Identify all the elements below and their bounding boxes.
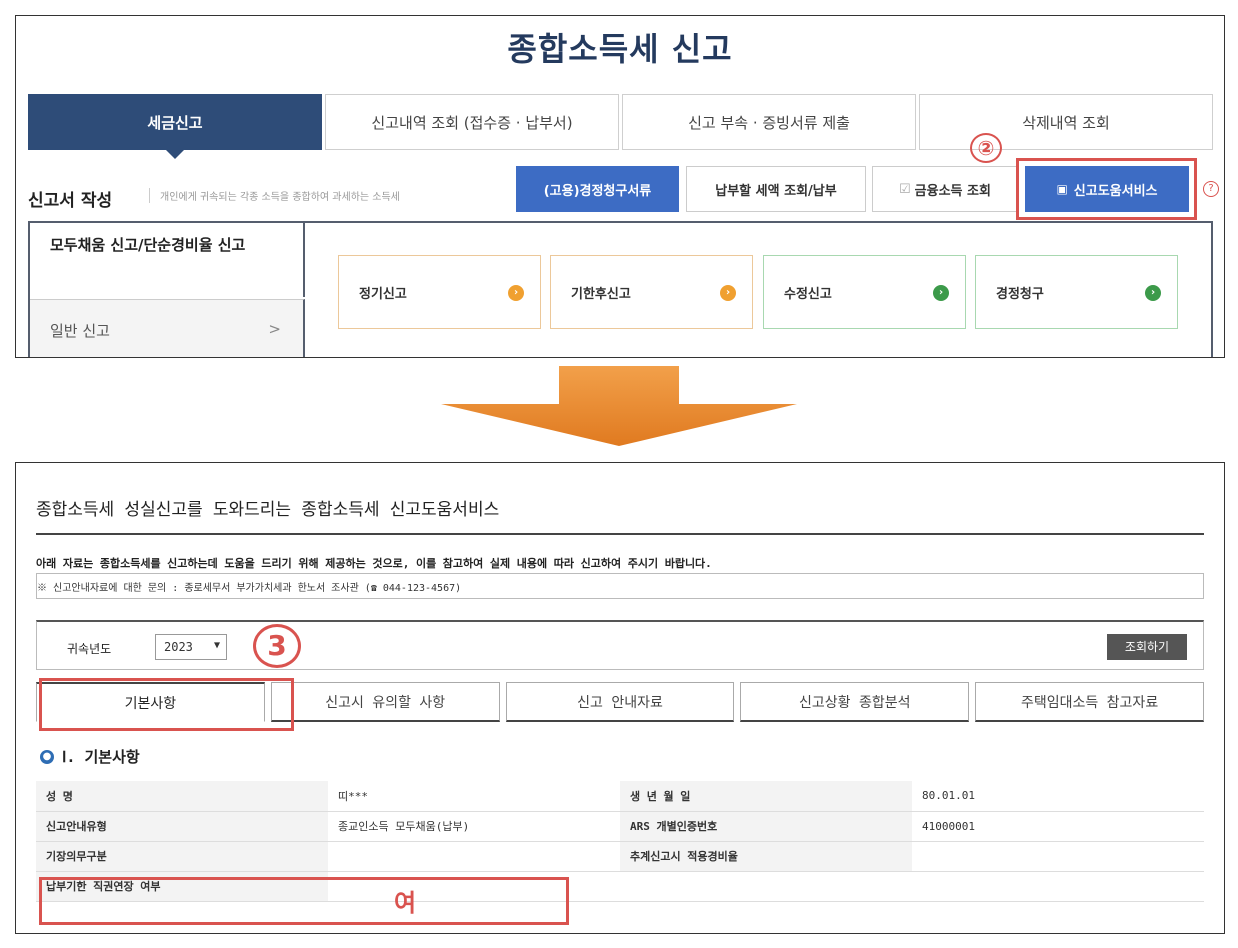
table-label: 기장의무구분 [36, 841, 328, 872]
hometax-filing-panel: 종합소득세 신고 세금신고 신고내역 조회 (접수증 · 납부서) 신고 부속 … [15, 15, 1225, 358]
sidebar-item-simple-filing[interactable]: 모두채움 신고/단순경비율 신고 [30, 223, 305, 297]
late-filing-card[interactable]: 기한후신고 › [550, 255, 753, 329]
tab-deleted-history[interactable]: 삭제내역 조회 [919, 94, 1213, 150]
tab-attachments[interactable]: 신고 부속 · 증빙서류 제출 [622, 94, 916, 150]
highlight-box-extension-row [39, 877, 569, 925]
highlight-box-basic-tab [39, 678, 294, 731]
table-label: 생 년 월 일 [620, 781, 912, 812]
checkbox-icon: ☑ [899, 181, 911, 197]
year-select-value: 2023 [164, 640, 193, 654]
basic-info-heading: ● Ⅰ. 기본사항 [40, 746, 140, 767]
table-value [328, 841, 620, 872]
step-2-marker: ② [970, 133, 1002, 163]
table-value [912, 841, 1204, 872]
table-value: 종교인소득 모두채움(납부) [328, 811, 620, 842]
table-value: 80.01.01 [912, 781, 1204, 812]
highlight-box-help-service [1016, 158, 1197, 220]
financial-income-button[interactable]: ☑ 금융소득 조회 [872, 166, 1018, 212]
sidebar-item-label: 일반 신고 [50, 322, 110, 340]
year-filter-bar: 귀속년도 2023 ▼ 조회하기 [36, 620, 1204, 670]
tab-filing-history[interactable]: 신고내역 조회 (접수증 · 납부서) [325, 94, 619, 150]
card-label: 수정신고 [784, 286, 832, 302]
table-label [620, 871, 912, 902]
arrow-right-icon: › [508, 285, 524, 301]
tab-tax-filing[interactable]: 세금신고 [28, 94, 322, 159]
main-tabs: 세금신고 신고내역 조회 (접수증 · 납부서) 신고 부속 · 증빙서류 제출… [28, 94, 1213, 159]
service-title: 종합소득세 성실신고를 도와드리는 종합소득세 신고도움서비스 [36, 500, 500, 520]
table-value: 띠*** [328, 781, 620, 812]
table-value: 41000001 [912, 811, 1204, 842]
amended-filing-card[interactable]: 수정신고 › [763, 255, 966, 329]
help-question-icon[interactable]: ? [1203, 181, 1219, 197]
tax-payment-button[interactable]: 납부할 세액 조회/납부 [686, 166, 866, 212]
table-row: 신고안내유형 종교인소득 모두채움(납부) ARS 개별인증번호 4100000… [36, 811, 1204, 842]
tab-filing-notes[interactable]: 신고시 유의할 사항 [270, 682, 500, 722]
bullet-icon: ● [40, 749, 54, 764]
year-label: 귀속년도 [67, 642, 112, 656]
card-label: 경정청구 [996, 286, 1044, 302]
arrow-right-icon: › [1145, 285, 1161, 301]
table-label: 추계신고시 적용경비율 [620, 841, 912, 872]
regular-filing-card[interactable]: 정기신고 › [338, 255, 541, 329]
title-divider [36, 533, 1204, 535]
filing-type-panel: 모두채움 신고/단순경비율 신고 일반 신고 > 정기신고 › 기한후신고 › … [28, 221, 1213, 357]
caret-down-icon: ▼ [213, 640, 220, 651]
table-value [912, 871, 1204, 902]
filing-help-service-page: 종합소득세 성실신고를 도와드리는 종합소득세 신고도움서비스 아래 자료는 종… [15, 462, 1225, 934]
arrow-right-icon: › [720, 285, 736, 301]
sidebar-item-general-filing[interactable]: 일반 신고 > [30, 299, 305, 357]
step-3-marker: 3 [253, 624, 301, 668]
contact-info: ※ 신고안내자료에 대한 문의 : 종로세무서 부가가치세과 한노서 조사관 (… [36, 573, 1204, 599]
table-label: 신고안내유형 [36, 811, 328, 842]
page-title: 종합소득세 신고 [507, 30, 733, 68]
table-row: 기장의무구분 추계신고시 적용경비율 [36, 841, 1204, 872]
section-description: 개인에게 귀속되는 각종 소득을 종합하여 과세하는 소득세 [149, 188, 400, 203]
amend-claim-docs-button[interactable]: (고용)경정청구서류 [516, 166, 679, 212]
extension-value: 여 [394, 889, 417, 917]
table-label: 성 명 [36, 781, 328, 812]
basic-info-heading-label: Ⅰ. 기본사항 [62, 748, 140, 766]
arrow-right-icon: › [933, 285, 949, 301]
notice-text: 아래 자료는 종합소득세를 신고하는데 도움을 드리기 위해 제공하는 것으로,… [36, 557, 712, 570]
down-arrow-icon [441, 366, 797, 446]
table-label: ARS 개별인증번호 [620, 811, 912, 842]
card-label: 정기신고 [359, 286, 407, 302]
year-select[interactable]: 2023 ▼ [155, 634, 227, 660]
correction-claim-card[interactable]: 경정청구 › [975, 255, 1178, 329]
financial-income-label: 금융소득 조회 [914, 183, 991, 199]
tab-filing-guide[interactable]: 신고 안내자료 [505, 682, 735, 722]
tab-rental-income[interactable]: 주택임대소득 참고자료 [975, 682, 1204, 722]
card-label: 기한후신고 [571, 286, 631, 302]
section-title: 신고서 작성 [28, 191, 113, 211]
tab-filing-analysis[interactable]: 신고상황 종합분석 [740, 682, 970, 722]
search-button[interactable]: 조회하기 [1107, 634, 1187, 660]
table-row: 성 명 띠*** 생 년 월 일 80.01.01 [36, 781, 1204, 812]
chevron-right-icon: > [268, 320, 281, 338]
